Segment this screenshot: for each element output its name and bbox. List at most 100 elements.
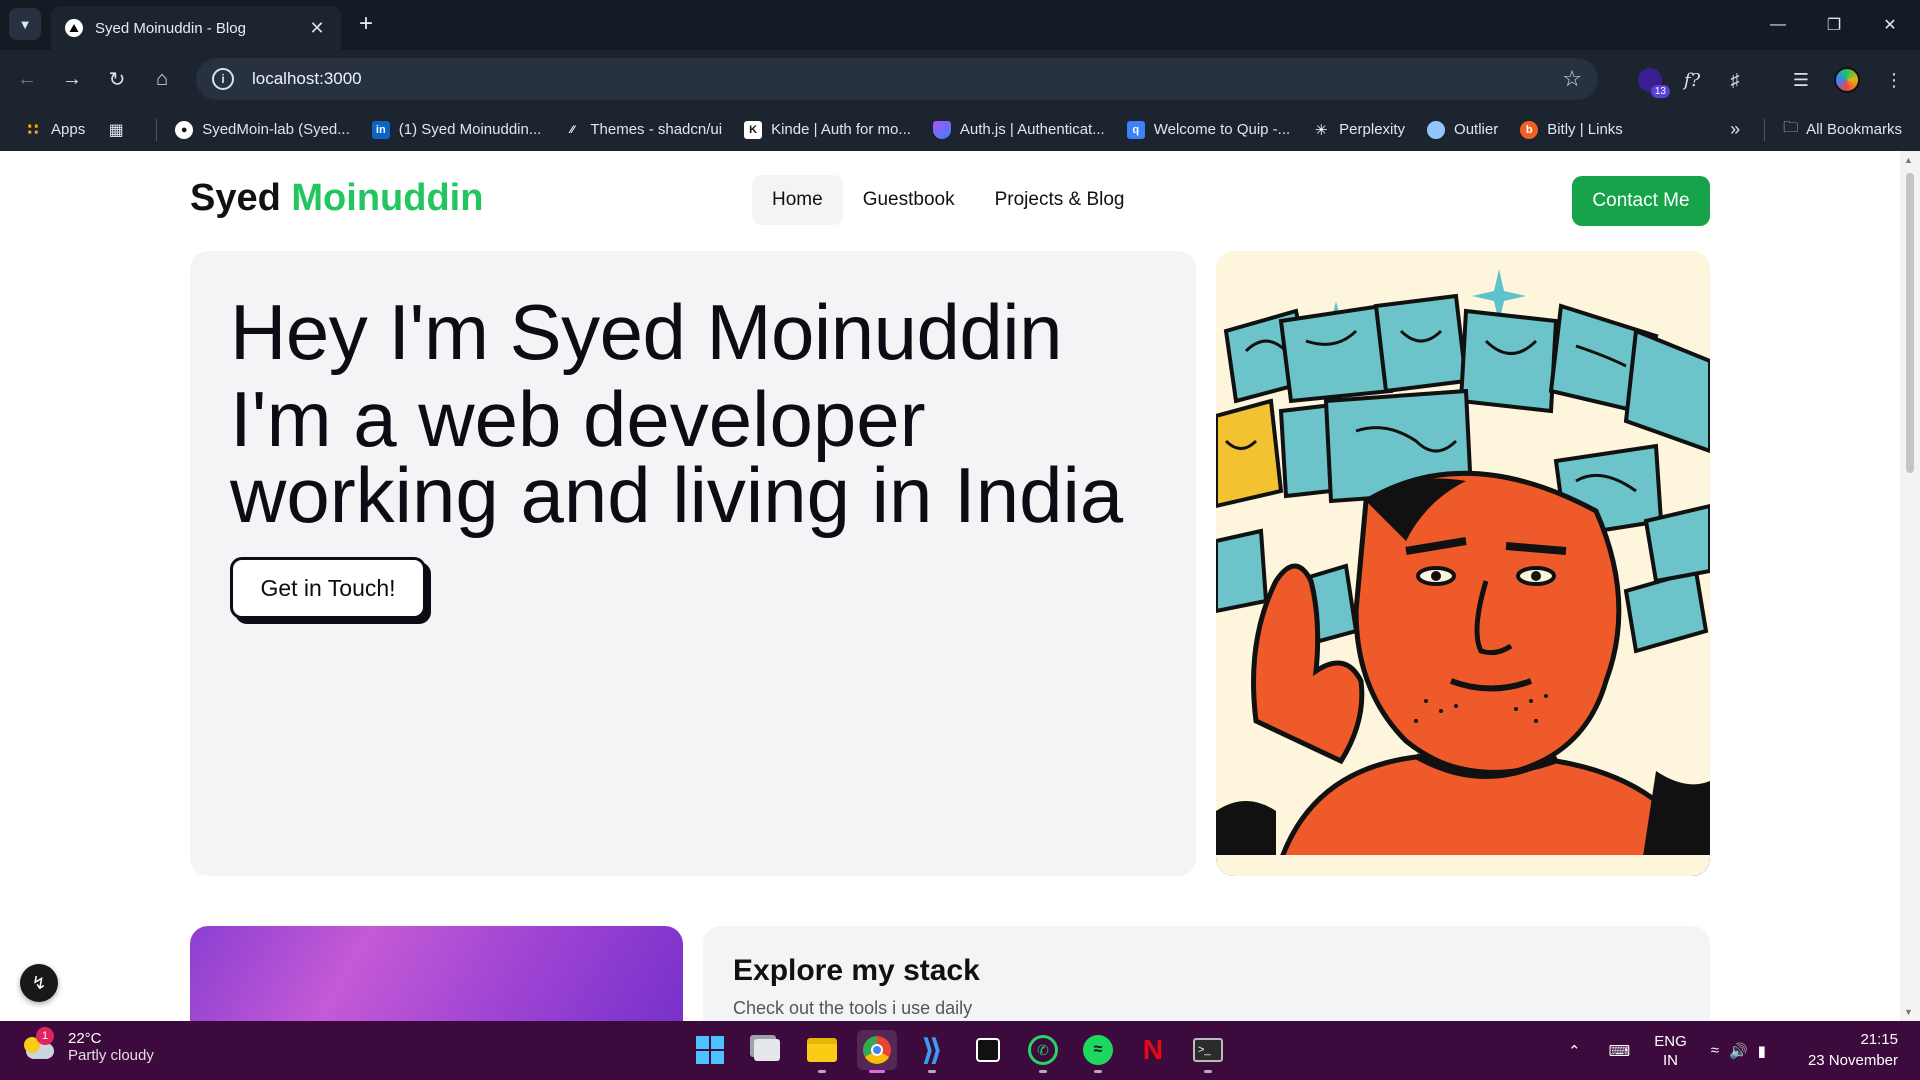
quip-icon: q (1126, 120, 1145, 139)
nav-home[interactable]: Home (752, 175, 843, 225)
reload-button[interactable]: ↻ (100, 62, 134, 96)
weather-temperature: 22°C (68, 1030, 102, 1047)
forward-button[interactable]: → (55, 62, 89, 96)
window-close-button[interactable]: ✕ (1862, 0, 1918, 50)
bookmark-shadcn[interactable]: ⁄⁄ Themes - shadcn/ui (563, 121, 723, 139)
tab-groups-button[interactable]: ▦ (107, 121, 134, 139)
tray-overflow-icon[interactable]: ⌃ (1568, 1042, 1581, 1060)
bookmark-label: Perplexity (1339, 121, 1406, 138)
bookmark-quip[interactable]: q Welcome to Quip -... (1126, 120, 1291, 139)
start-button[interactable] (690, 1030, 730, 1070)
formula-extension-icon[interactable]: f? (1676, 64, 1708, 96)
tab-title: Syed Moinuddin - Blog (95, 19, 246, 37)
taskbar-chrome[interactable] (857, 1030, 897, 1073)
media-queue-icon[interactable]: ☰ (1785, 64, 1817, 96)
bookmark-label: (1) Syed Moinuddin... (398, 121, 542, 138)
bookmark-perplexity[interactable]: ✳ Perplexity (1312, 121, 1405, 139)
get-in-touch-button[interactable]: Get in Touch! (230, 557, 426, 619)
address-bar[interactable]: i localhost:3000 ☆ (196, 58, 1598, 100)
perplexity-icon: ✳ (1314, 121, 1328, 139)
bookmark-apps[interactable]: ∷ Apps (24, 121, 85, 139)
bookmark-github[interactable]: ● SyedMoin-lab (Syed... (175, 120, 350, 139)
browser-chrome: ▼ Syed Moinuddin - Blog ✕ + — ❐ ✕ ← → ↻ … (0, 0, 1920, 151)
vercel-triangle-icon (65, 19, 83, 37)
weather-widget[interactable]: 1 22°C Partly cloudy (22, 1027, 154, 1065)
kinde-icon: K (744, 120, 763, 139)
bookmark-star-icon[interactable]: ☆ (1562, 66, 1582, 92)
profile-avatar[interactable] (1831, 64, 1863, 96)
wifi-icon[interactable]: ≈ (1711, 1042, 1719, 1059)
contact-me-button[interactable]: Contact Me (1572, 176, 1710, 226)
site-brand[interactable]: Syed Moinuddin (190, 177, 483, 220)
running-indicator (1204, 1070, 1212, 1073)
taskbar-whatsapp[interactable]: ✆ (1023, 1030, 1063, 1073)
url-text[interactable]: localhost:3000 (252, 69, 1562, 89)
netflix-icon: N (1142, 1034, 1164, 1065)
clock-time: 21:15 (1860, 1031, 1898, 1048)
lightning-action-button[interactable]: ↯ (20, 964, 58, 1002)
gradient-card (190, 926, 683, 1021)
bookmarks-overflow-icon[interactable]: » (1730, 119, 1740, 140)
spotify-icon: ≈ (1083, 1035, 1113, 1065)
site-info-icon[interactable]: i (212, 68, 234, 90)
bookmark-label: Outlier (1454, 121, 1499, 138)
windows-taskbar: 1 22°C Partly cloudy ⟫ ✆ ≈ N >_ ⌃ ⌨ ENG … (0, 1021, 1920, 1080)
taskbar-spotify[interactable]: ≈ (1078, 1030, 1118, 1073)
scroll-up-icon[interactable]: ▲ (1904, 155, 1913, 165)
site-navigation: Home Guestbook Projects & Blog (752, 175, 1145, 225)
scroll-thumb[interactable] (1906, 173, 1914, 473)
taskbar-vscode[interactable]: ⟫ (912, 1030, 952, 1073)
restore-button[interactable]: ❐ (1806, 0, 1862, 50)
scroll-down-icon[interactable]: ▼ (1904, 1007, 1913, 1017)
taskbar-file-explorer[interactable] (802, 1030, 842, 1073)
tab-search-button[interactable]: ▼ (9, 8, 41, 40)
puzzle-extensions-icon[interactable]: ♯ (1719, 64, 1751, 96)
bookmark-bitly[interactable]: b Bitly | Links (1520, 120, 1623, 139)
minimize-button[interactable]: — (1750, 0, 1806, 50)
bookmark-label: Kinde | Auth for mo... (771, 121, 911, 138)
extension-icon[interactable]: 13 (1634, 64, 1670, 98)
task-view-icon (754, 1039, 780, 1061)
bookmark-kinde[interactable]: K Kinde | Auth for mo... (744, 120, 911, 139)
all-bookmarks-button[interactable]: All Bookmarks (1806, 121, 1902, 138)
bookmark-outlier[interactable]: Outlier (1427, 120, 1499, 139)
page-scrollbar[interactable]: ▲ ▼ (1900, 151, 1920, 1021)
lightning-icon: ↯ (31, 972, 47, 993)
stack-subtitle: Check out the tools i use daily (733, 998, 973, 1018)
keyboard-icon[interactable]: ⌨ (1609, 1042, 1631, 1060)
back-button[interactable]: ← (10, 62, 44, 96)
bookmarks-separator (1764, 118, 1766, 141)
weather-badge: 1 (36, 1027, 54, 1045)
chevron-down-icon: ▼ (18, 16, 32, 32)
taskbar-terminal[interactable]: >_ (1188, 1030, 1228, 1073)
outlier-icon (1427, 120, 1446, 139)
authjs-shield-icon (932, 120, 951, 139)
nav-projects-blog[interactable]: Projects & Blog (975, 175, 1145, 225)
taskbar-netflix[interactable]: N (1133, 1030, 1173, 1070)
language-indicator[interactable]: ENG IN (1654, 1032, 1687, 1070)
bookmark-linkedin[interactable]: in (1) Syed Moinuddin... (371, 120, 542, 139)
volume-icon[interactable]: 🔊 (1729, 1042, 1748, 1060)
grid-icon: ▦ (108, 121, 124, 139)
new-tab-button[interactable]: + (352, 10, 380, 38)
bookmark-label: Themes - shadcn/ui (590, 121, 723, 138)
taskbar-cube-app[interactable] (968, 1030, 1008, 1070)
home-button[interactable]: ⌂ (145, 62, 179, 96)
system-tray: ⌃ ⌨ ENG IN ≈ 🔊 ▮ (1568, 1021, 1766, 1080)
github-icon: ● (175, 120, 194, 139)
nav-guestbook[interactable]: Guestbook (843, 175, 975, 225)
bookmark-authjs[interactable]: Auth.js | Authenticat... (932, 120, 1105, 139)
windows-logo-icon (696, 1036, 724, 1064)
clock[interactable]: 21:15 23 November (1808, 1029, 1898, 1071)
folder-icon: 🗀 (1783, 119, 1799, 136)
bookmark-label: Welcome to Quip -... (1153, 121, 1291, 138)
chrome-icon (863, 1036, 891, 1064)
stack-card[interactable]: Explore my stack Check out the tools i u… (703, 926, 1710, 1021)
tab-close-icon[interactable]: ✕ (307, 18, 327, 39)
browser-tab[interactable]: Syed Moinuddin - Blog ✕ (51, 6, 341, 50)
battery-icon[interactable]: ▮ (1758, 1042, 1766, 1060)
task-view-button[interactable] (747, 1030, 787, 1070)
clock-date: 23 November (1807, 1052, 1898, 1069)
stack-title: Explore my stack (733, 954, 980, 987)
browser-menu-icon[interactable]: ⋮ (1878, 64, 1910, 96)
